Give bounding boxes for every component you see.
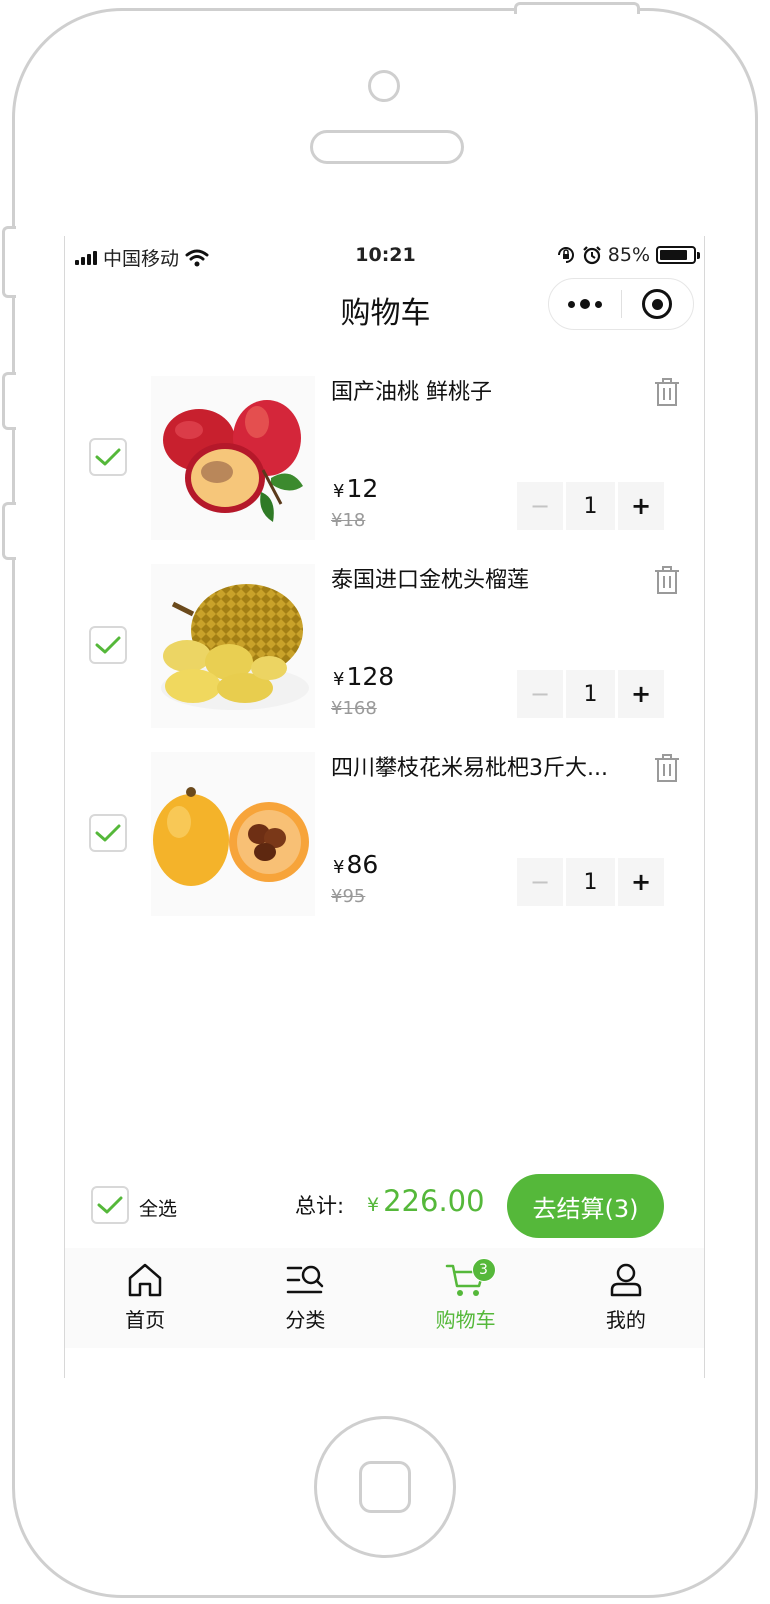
home-icon: [128, 1263, 162, 1297]
mini-program-capsule: [548, 278, 694, 330]
status-right: 85%: [556, 244, 700, 266]
quantity-value[interactable]: 1: [566, 670, 615, 718]
trash-icon: [655, 754, 679, 782]
tab-home[interactable]: 首页: [65, 1248, 225, 1348]
quantity-stepper: − 1 +: [517, 670, 664, 718]
currency-symbol: ¥: [333, 669, 345, 690]
quantity-stepper: − 1 +: [517, 482, 664, 530]
original-price: ¥168: [331, 698, 377, 719]
close-miniprogram-button[interactable]: [622, 279, 694, 329]
item-checkbox[interactable]: [89, 438, 127, 476]
currency-symbol: ¥: [333, 857, 345, 878]
front-camera: [368, 70, 400, 102]
tab-bar: 首页 分类 3 购物车 我的: [65, 1248, 704, 1348]
original-price: ¥18: [331, 510, 366, 531]
battery-percent: 85%: [607, 244, 650, 266]
tab-label: 分类: [285, 1308, 326, 1332]
product-price: ¥12: [333, 474, 378, 503]
total-value: 226.00: [383, 1184, 485, 1218]
price-value: 12: [346, 474, 379, 503]
product-price: ¥128: [333, 662, 394, 691]
check-icon: [95, 636, 121, 654]
decrease-button[interactable]: −: [517, 858, 563, 906]
home-button-square: [359, 1461, 411, 1513]
earpiece-speaker: [310, 130, 464, 164]
price-value: 86: [346, 850, 379, 879]
item-checkbox[interactable]: [89, 626, 127, 664]
side-button-volume-up: [2, 372, 16, 430]
product-name[interactable]: 国产油桃 鲜桃子: [331, 378, 627, 408]
delete-button[interactable]: [653, 564, 681, 600]
home-button[interactable]: [314, 1416, 456, 1558]
tab-profile[interactable]: 我的: [546, 1248, 704, 1348]
check-icon: [95, 824, 121, 842]
rotation-lock-icon: [557, 247, 574, 263]
checkout-button[interactable]: 去结算(3): [507, 1174, 664, 1238]
battery-icon: [656, 246, 700, 264]
increase-button[interactable]: +: [618, 670, 664, 718]
tab-label: 购物车: [435, 1308, 496, 1332]
app-screen: 中国移动 10:21 85% 购物车 国产油桃 鲜桃子 ¥12 ¥18 − 1 …: [64, 236, 705, 1378]
product-image-nectarine[interactable]: [151, 376, 315, 540]
product-image-durian[interactable]: [151, 564, 315, 728]
delete-button[interactable]: [653, 376, 681, 412]
check-icon: [97, 1196, 123, 1214]
decrease-button[interactable]: −: [517, 670, 563, 718]
quantity-stepper: − 1 +: [517, 858, 664, 906]
decrease-button[interactable]: −: [517, 482, 563, 530]
tab-label: 首页: [125, 1308, 166, 1332]
quantity-value[interactable]: 1: [566, 482, 615, 530]
product-image-loquat[interactable]: [151, 752, 315, 916]
select-all-label[interactable]: 全选: [139, 1194, 177, 1221]
quantity-value[interactable]: 1: [566, 858, 615, 906]
category-search-icon: [287, 1265, 324, 1294]
tab-cart[interactable]: 3 购物车: [386, 1248, 546, 1348]
select-all-checkbox[interactable]: [91, 1186, 129, 1224]
price-value: 128: [346, 662, 395, 691]
status-bar: 中国移动 10:21 85%: [65, 236, 704, 274]
cart-item: 四川攀枝花米易枇杷3斤大... ¥86 ¥95 − 1 +: [65, 752, 704, 932]
more-dots-icon: [567, 299, 602, 309]
user-icon: [610, 1263, 642, 1297]
trash-icon: [655, 566, 679, 594]
cart-item: 国产油桃 鲜桃子 ¥12 ¥18 − 1 +: [65, 376, 704, 556]
total-label: 总计:: [295, 1194, 345, 1218]
item-checkbox[interactable]: [89, 814, 127, 852]
nav-bar: 购物车: [65, 274, 704, 340]
product-name[interactable]: 泰国进口金枕头榴莲: [331, 566, 627, 596]
alarm-icon: [582, 246, 601, 265]
more-button[interactable]: [549, 279, 621, 329]
total-amount: ¥226.00: [367, 1184, 485, 1218]
cart-count-badge: 3: [471, 1258, 496, 1282]
product-name[interactable]: 四川攀枝花米易枇杷3斤大...: [331, 754, 627, 784]
cart-item: 泰国进口金枕头榴莲 ¥128 ¥168 − 1 +: [65, 564, 704, 744]
power-button: [514, 2, 640, 14]
increase-button[interactable]: +: [618, 858, 664, 906]
product-price: ¥86: [333, 850, 378, 879]
side-button-volume-down: [2, 502, 16, 560]
currency-symbol: ¥: [367, 1194, 380, 1216]
cart-summary-bar: 全选 总计: ¥226.00 去结算(3): [65, 1166, 704, 1248]
battery-fill: [660, 250, 688, 260]
target-icon: [642, 289, 673, 319]
tab-label: 我的: [605, 1308, 646, 1332]
check-icon: [95, 448, 121, 466]
trash-icon: [655, 378, 679, 406]
increase-button[interactable]: +: [618, 482, 664, 530]
side-button-silent: [2, 226, 16, 298]
original-price: ¥95: [331, 886, 366, 907]
tab-category[interactable]: 分类: [225, 1248, 385, 1348]
delete-button[interactable]: [653, 752, 681, 788]
currency-symbol: ¥: [333, 481, 345, 502]
